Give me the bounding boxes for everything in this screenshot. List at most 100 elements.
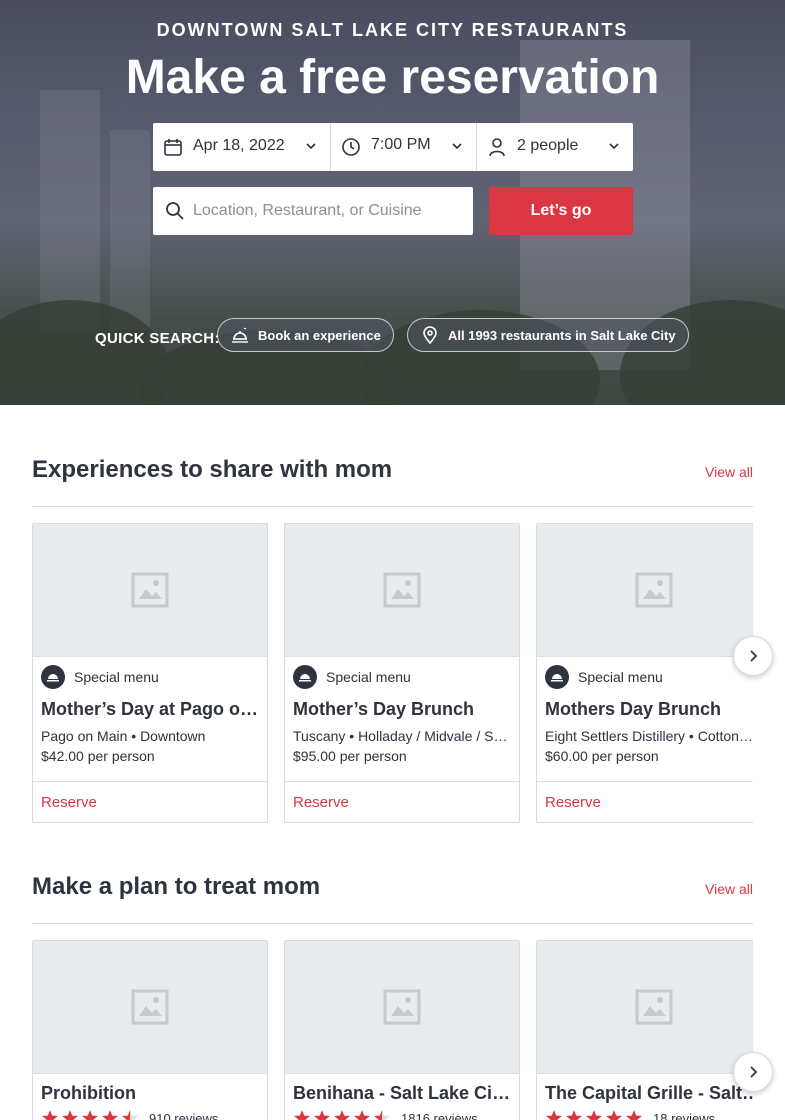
- search-icon: [166, 202, 184, 220]
- hero-kicker: DOWNTOWN SALT LAKE CITY RESTAURANTS: [156, 20, 629, 40]
- party-value: 2 people: [517, 137, 579, 154]
- image-placeholder-icon: [383, 572, 421, 608]
- review-count: 910 reviews: [149, 1110, 219, 1120]
- book-experience-pill[interactable]: Book an experience: [217, 318, 394, 352]
- experience-card[interactable]: Special menu Mother’s Day Brunch Tuscany…: [284, 523, 520, 823]
- experience-card[interactable]: Special menu Mothers Day Brunch Eight Se…: [536, 523, 753, 823]
- card-footer: Reserve: [285, 781, 519, 822]
- chevron-down-icon: [609, 143, 619, 150]
- cloche-icon: [232, 327, 248, 343]
- card-image: [537, 524, 753, 657]
- search-box: [153, 187, 473, 235]
- experience-meta: Pago on Main • Downtown: [41, 728, 206, 744]
- restaurant-card[interactable]: Prohibition 910 reviews: [32, 940, 268, 1120]
- carousel-next-button[interactable]: [733, 636, 773, 676]
- experience-price: $95.00 per person: [293, 748, 407, 764]
- cloche-icon: [41, 665, 65, 689]
- time-select[interactable]: 7:00 PM: [331, 123, 477, 171]
- chevron-right-icon: [750, 650, 758, 662]
- card-image: [285, 524, 519, 657]
- divider: [32, 923, 753, 924]
- star-icon: [566, 1110, 582, 1120]
- star-rating: 910 reviews: [41, 1109, 218, 1120]
- restaurant-name[interactable]: Benihana - Salt Lake City, UT: [293, 1083, 511, 1104]
- special-menu-badge: Special menu: [293, 665, 411, 689]
- star-icon: [374, 1110, 390, 1120]
- experience-name[interactable]: Mothers Day Brunch: [545, 699, 753, 720]
- experiences-carousel: Special menu Mother’s Day at Pago on Mai…: [32, 523, 753, 823]
- experience-name[interactable]: Mother’s Day Brunch: [293, 699, 511, 720]
- card-image: [33, 524, 267, 657]
- restaurant-card[interactable]: Benihana - Salt Lake City, UT 1816 revie…: [284, 940, 520, 1120]
- star-icon: [102, 1110, 118, 1120]
- experience-price: $42.00 per person: [41, 748, 155, 764]
- reservation-picker: Apr 18, 2022 7:00 PM 2 people: [153, 123, 633, 171]
- star-rating: 1816 reviews: [293, 1109, 478, 1120]
- star-rating: 18 reviews: [545, 1109, 715, 1120]
- card-image: [33, 941, 267, 1074]
- star-icon: [62, 1110, 78, 1120]
- time-value: 7:00 PM: [371, 136, 431, 153]
- image-placeholder-icon: [383, 989, 421, 1025]
- card-footer: Reserve: [33, 781, 267, 822]
- divider: [32, 506, 753, 507]
- badge-label: Special menu: [74, 669, 159, 685]
- experience-meta: Tuscany • Holladay / Midvale / Sandy: [293, 728, 511, 744]
- star-icon: [42, 1110, 58, 1120]
- cloche-icon: [545, 665, 569, 689]
- card-image: [285, 941, 519, 1074]
- special-menu-badge: Special menu: [41, 665, 159, 689]
- page-title: Make a free reservation: [125, 51, 660, 104]
- person-icon: [489, 138, 505, 157]
- image-placeholder-icon: [131, 989, 169, 1025]
- star-icon: [606, 1110, 622, 1120]
- experience-price: $60.00 per person: [545, 748, 659, 764]
- all-restaurants-pill[interactable]: All 1993 restaurants in Salt Lake City: [407, 318, 689, 352]
- date-value: Apr 18, 2022: [193, 137, 285, 154]
- search-input[interactable]: [193, 187, 463, 235]
- party-size-select[interactable]: 2 people: [477, 123, 633, 171]
- restaurant-name[interactable]: The Capital Grille - Salt Lake City: [545, 1083, 753, 1104]
- pill-label: All 1993 restaurants in Salt Lake City: [448, 327, 676, 343]
- view-all-link[interactable]: View all: [705, 464, 753, 480]
- badge-label: Special menu: [578, 669, 663, 685]
- cloche-icon: [293, 665, 317, 689]
- lets-go-button[interactable]: Let’s go: [489, 187, 633, 235]
- reserve-link[interactable]: Reserve: [293, 794, 349, 811]
- experience-name[interactable]: Mother’s Day at Pago on Main: [41, 699, 259, 720]
- image-placeholder-icon: [635, 989, 673, 1025]
- card-image: [537, 941, 753, 1074]
- restaurant-card[interactable]: The Capital Grille - Salt Lake City 18 r…: [536, 940, 753, 1120]
- pill-label: Book an experience: [258, 327, 381, 343]
- star-icon: [586, 1110, 602, 1120]
- star-icon: [122, 1110, 138, 1120]
- badge-label: Special menu: [326, 669, 411, 685]
- reserve-link[interactable]: Reserve: [545, 794, 601, 811]
- image-placeholder-icon: [635, 572, 673, 608]
- experience-card[interactable]: Special menu Mother’s Day at Pago on Mai…: [32, 523, 268, 823]
- experience-meta: Eight Settlers Distillery • Cottonwood: [545, 728, 753, 744]
- restaurants-carousel: Prohibition 910 reviews Benihana - Salt …: [32, 940, 753, 1120]
- special-menu-badge: Special menu: [545, 665, 663, 689]
- location-pin-icon: [423, 326, 437, 345]
- image-placeholder-icon: [131, 572, 169, 608]
- star-icon: [354, 1110, 370, 1120]
- calendar-icon: [164, 139, 182, 156]
- carousel-next-button[interactable]: [733, 1052, 773, 1092]
- card-footer: Reserve: [537, 781, 753, 822]
- reserve-link[interactable]: Reserve: [41, 794, 97, 811]
- review-count: 18 reviews: [653, 1110, 716, 1120]
- review-count: 1816 reviews: [401, 1110, 478, 1120]
- quick-search-label: QUICK SEARCH:: [95, 330, 220, 347]
- hero-banner: DOWNTOWN SALT LAKE CITY RESTAURANTS Make…: [0, 0, 785, 405]
- view-all-link[interactable]: View all: [705, 881, 753, 897]
- restaurant-name[interactable]: Prohibition: [41, 1083, 259, 1104]
- date-select[interactable]: Apr 18, 2022: [153, 123, 331, 171]
- star-icon: [294, 1110, 310, 1120]
- chevron-down-icon: [452, 143, 462, 150]
- chevron-down-icon: [306, 143, 316, 150]
- star-icon: [334, 1110, 350, 1120]
- star-icon: [82, 1110, 98, 1120]
- section-title-experiences: Experiences to share with mom: [32, 456, 393, 483]
- chevron-right-icon: [750, 1066, 758, 1078]
